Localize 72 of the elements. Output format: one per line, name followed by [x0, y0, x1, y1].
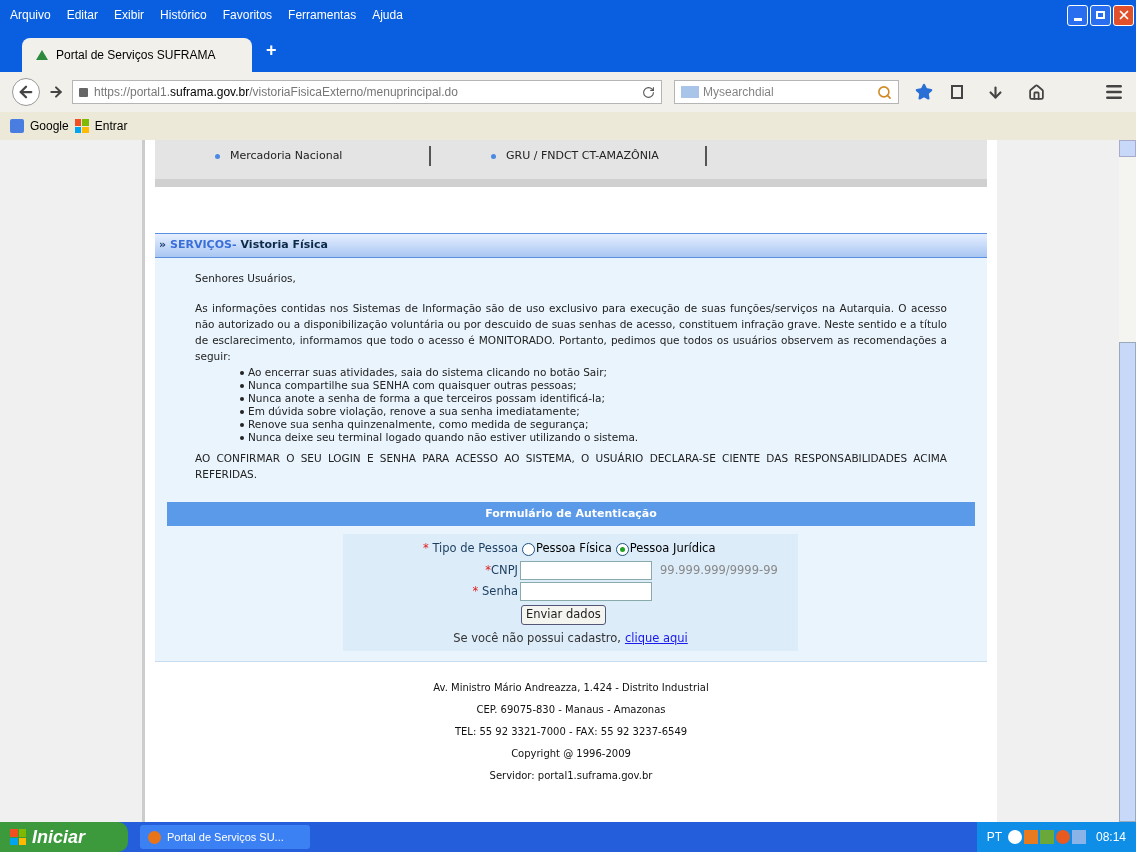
recommendation-item: Renove sua senha quinzenalmente, como medida de segurança;: [240, 418, 947, 431]
menu-link[interactable]: Mercadoria Nacional: [230, 147, 343, 165]
menu-item[interactable]: Ferramentas: [288, 6, 357, 24]
search-field[interactable]: Mysearchdial: [674, 80, 899, 104]
google-bookmark-icon: [10, 119, 24, 133]
scrollbar[interactable]: [1119, 140, 1136, 822]
url-text: https://portal1.suframa.gov.br/vistoriaFisicaExterno/menuprincipal.do: [94, 84, 458, 101]
windows-logo-icon: [74, 119, 89, 133]
footer-text: TEL: 55 92 3321-7000 - FAX: 55 92 3237-6549: [454, 725, 688, 740]
windows-logo-icon: [10, 829, 26, 845]
menu-item[interactable]: Histórico: [160, 6, 207, 24]
radio-label: Pessoa Física: [536, 540, 612, 558]
cnpj-format-hint: 99.999.999/9999-99: [660, 561, 778, 579]
site-icon: [36, 50, 48, 60]
greeting-text: Senhores Usuários,: [195, 271, 297, 286]
restore-icon[interactable]: [1090, 4, 1111, 26]
address-bar[interactable]: https://portal1.suframa.gov.br/vistoriaFisicaExterno/menuprincipal.do: [72, 80, 662, 104]
section-category: SERVIÇOS-: [170, 237, 237, 254]
submit-button[interactable]: Enviar dados: [521, 605, 606, 625]
closing-paragraph: AO CONFIRMAR O SEU LOGIN E SENHA PARA ACESSO AO SISTEMA, O USUÁRIO DECLARA-SE CIENTE DAS RESPONSABILIDADES ACIMA REFERIDAS.: [195, 451, 947, 482]
menu-icon[interactable]: [1104, 82, 1124, 102]
recommendation-item: Em dúvida sobre violação, renove a sua senha imediatamente;: [240, 405, 947, 418]
register-link[interactable]: clique aqui: [624, 630, 688, 648]
browser-tab[interactable]: Portal de Serviços SUFRAMA: [22, 38, 252, 72]
back-button[interactable]: [12, 78, 40, 106]
browser-icon: [148, 830, 161, 844]
bookmark-link[interactable]: Entrar: [94, 117, 128, 135]
form-header: Formulário de Autenticação: [167, 502, 975, 526]
search-input[interactable]: Mysearchdial: [703, 83, 853, 101]
download-icon[interactable]: [987, 83, 1004, 101]
recommendation-item: Nunca anote a senha de forma a que terceiros possam identificá-la;: [240, 392, 947, 405]
password-field[interactable]: [520, 582, 652, 601]
reload-icon[interactable]: [642, 85, 655, 99]
field-label: * Tipo de Pessoa: [422, 540, 518, 558]
radio-label: Pessoa Jurídica: [629, 540, 716, 558]
bullet-icon: [491, 153, 496, 159]
bullet-icon: [215, 153, 220, 159]
menu-item[interactable]: Exibir: [114, 6, 145, 24]
taskbar-window-button[interactable]: Portal de Serviços SU...: [140, 825, 310, 849]
footer-text: Av. Ministro Mário Andreazza, 1.424 - Distrito Industrial: [433, 681, 709, 696]
radio-button[interactable]: [615, 542, 629, 556]
footer-text: CEP. 69075-830 - Manaus - Amazonas: [476, 703, 666, 718]
radio-button[interactable]: [522, 542, 535, 556]
recommendation-item: Nunca deixe seu terminal logado quando não estiver utilizando o sistema.: [240, 431, 947, 444]
footer-text: Copyright @ 1996-2009: [511, 747, 631, 762]
start-button[interactable]: Iniciar: [0, 822, 128, 852]
forward-icon[interactable]: [48, 84, 64, 100]
language-indicator[interactable]: PT: [986, 828, 1002, 846]
cnpj-field[interactable]: [520, 561, 652, 580]
new-tab-button[interactable]: +: [266, 37, 277, 64]
search-icon[interactable]: [877, 84, 892, 100]
clock: 08:14: [1095, 829, 1126, 846]
notice-paragraph: As informações contidas nos Sistemas de Informação são de uso exclusivo para execução de suas funções/serviços na Autarquia. O acesso não autorizado ou a disponibilização voluntária ou por descuido de suas senhas de acesso, constituem infração grave. Neste sentido e a título de esclarecimento, informamos que todo o acesso é MONITORADO. Portanto, pedimos que todos os usuários observem as recomendações a seguir:: [195, 301, 947, 364]
minimize-icon[interactable]: [1067, 4, 1088, 26]
menu-item[interactable]: Favoritos: [222, 6, 273, 24]
footer-text: Servidor: portal1.suframa.gov.br: [489, 769, 653, 784]
menu-item[interactable]: Arquivo: [10, 6, 51, 24]
field-label: * Senha: [471, 582, 518, 600]
star-icon[interactable]: [915, 83, 933, 101]
register-text: Se você não possui cadastro,: [453, 630, 621, 647]
section-title: Vistoria Física: [240, 237, 328, 254]
menu-item[interactable]: Editar: [66, 6, 99, 24]
search-engine-icon: [681, 86, 699, 98]
recommendation-item: Nunca compartilhe sua SENHA com quaisquer outras pessoas;: [240, 379, 947, 392]
close-icon[interactable]: [1113, 4, 1134, 26]
menu-item[interactable]: Ajuda: [372, 6, 403, 24]
field-label: *CNPJ: [484, 561, 518, 579]
section-prefix: »: [159, 237, 167, 254]
bookmark-link[interactable]: Google: [30, 117, 69, 135]
home-icon[interactable]: [1028, 83, 1045, 101]
menu-link[interactable]: GRU / FNDCT CT-AMAZÔNIA: [506, 147, 659, 165]
recommendation-item: Ao encerrar suas atividades, saia do sistema clicando no botão Sair;: [240, 366, 947, 379]
